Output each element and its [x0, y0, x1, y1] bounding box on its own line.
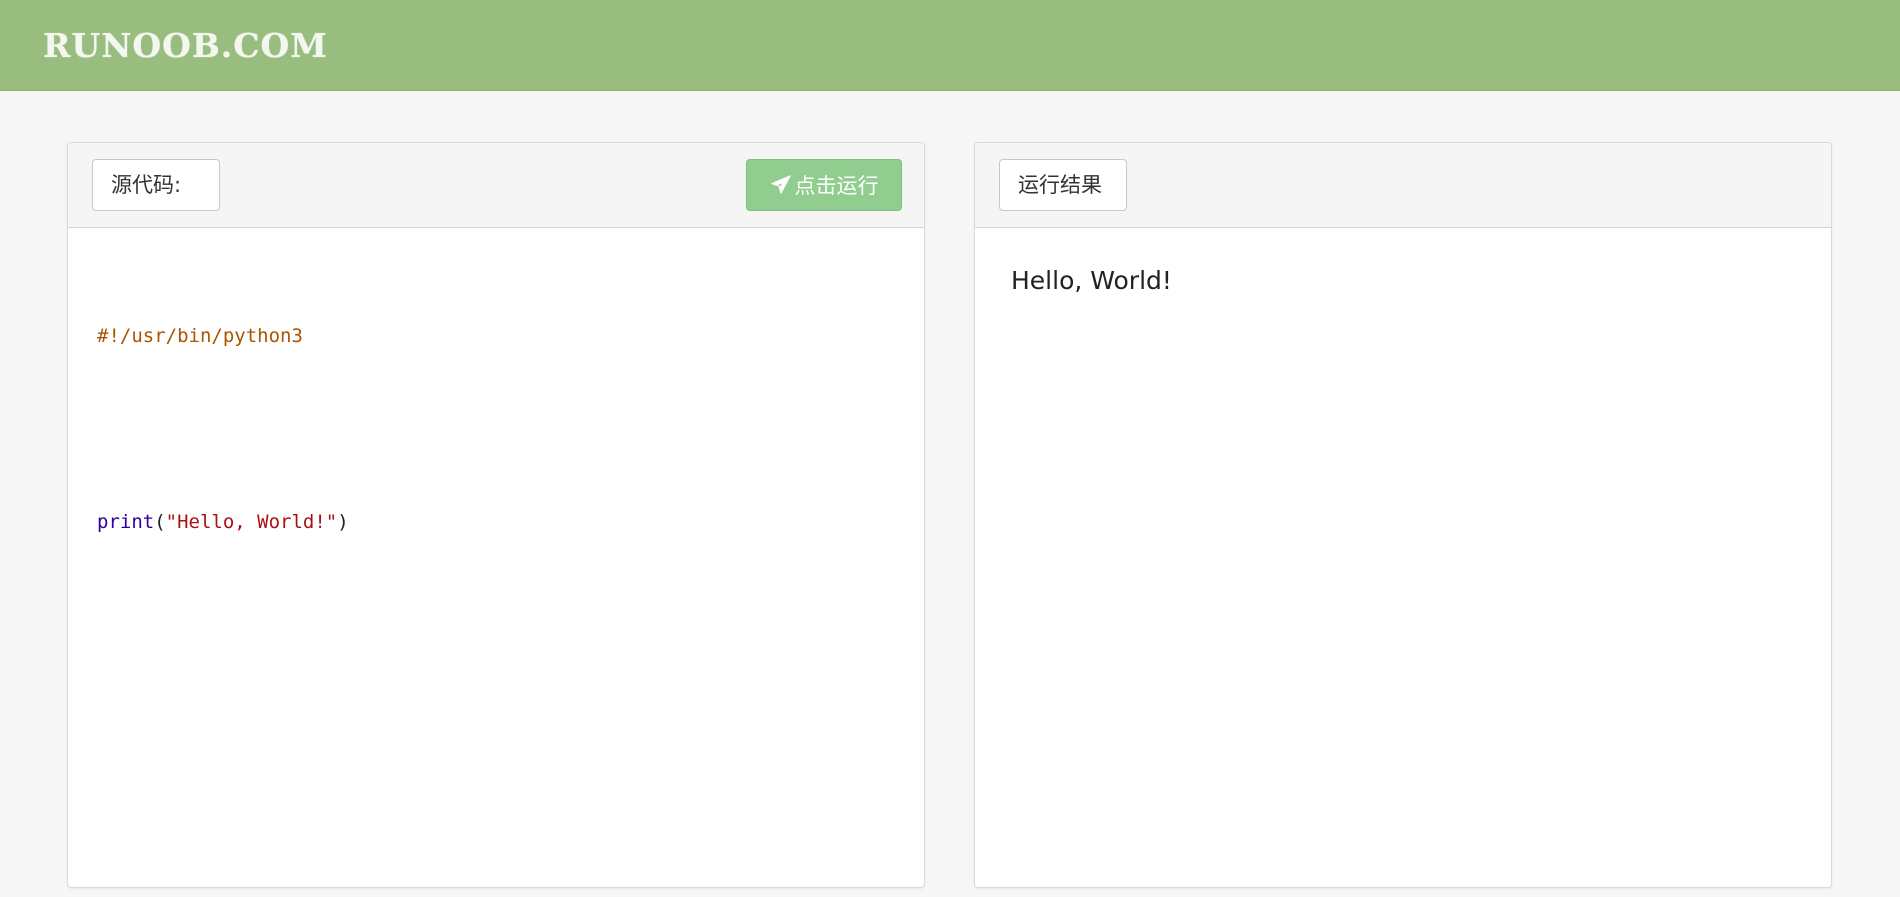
code-editor[interactable]: #!/usr/bin/python3 print("Hello, World!"…	[97, 259, 349, 600]
code-line-3: print("Hello, World!")	[97, 507, 349, 538]
top-header: RUNOOB.COM	[0, 0, 1900, 91]
source-code-panel: 源代码: 点击运行 #!/usr/bin/python3 print("Hell…	[67, 142, 925, 888]
code-string: "Hello, World!"	[165, 511, 338, 533]
code-paren-close: )	[337, 511, 349, 533]
result-panel-header: 运行结果	[975, 143, 1831, 228]
site-logo[interactable]: RUNOOB.COM	[43, 24, 328, 68]
code-paren-open: (	[154, 511, 166, 533]
code-comment: #!/usr/bin/python3	[97, 325, 303, 347]
run-button-label: 点击运行	[794, 174, 879, 198]
code-builtin: print	[97, 511, 155, 533]
result-panel: 运行结果 Hello, World!	[974, 142, 1832, 888]
source-code-label: 源代码:	[92, 159, 220, 211]
paper-plane-icon	[770, 175, 791, 194]
source-code-panel-header: 源代码: 点击运行	[68, 143, 924, 228]
result-label: 运行结果	[999, 159, 1127, 211]
result-output: Hello, World!	[1011, 266, 1172, 295]
run-button[interactable]: 点击运行	[746, 159, 902, 211]
code-line-1: #!/usr/bin/python3	[97, 321, 349, 352]
